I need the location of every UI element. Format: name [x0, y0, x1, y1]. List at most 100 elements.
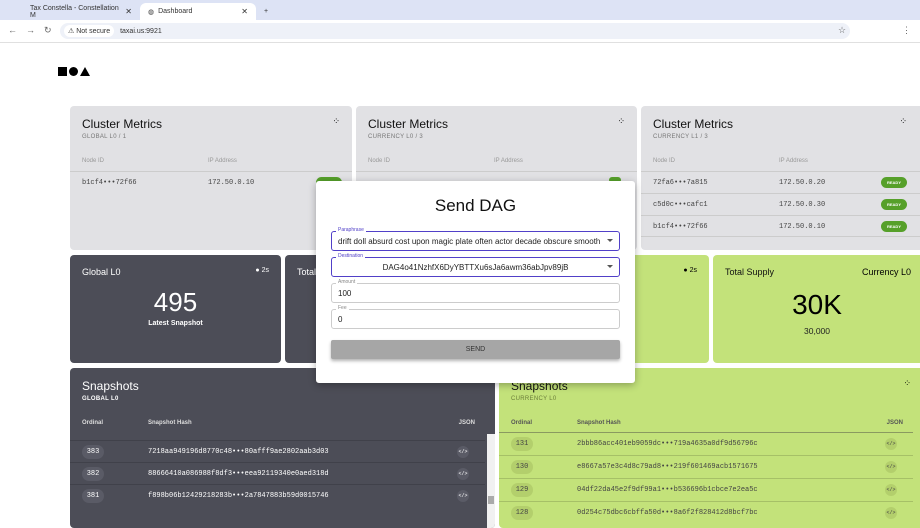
table-row: b1cf4•••72f66172.50.0.10READY	[70, 171, 352, 193]
card-label: Total	[297, 267, 317, 277]
ip: 172.50.0.10	[208, 179, 255, 187]
col-hash: Snapshot Hash	[577, 420, 621, 426]
timer: ● 2s	[683, 267, 697, 274]
global-l0-card: Global L0 ● 2s 495 Latest Snapshot	[70, 255, 281, 363]
col-node-id: Node ID	[368, 158, 391, 164]
col-ip: IP Address	[779, 158, 808, 164]
clock-icon: ●	[683, 267, 688, 274]
snapshot-hash: 04df22da45e2f9df99a1•••b536696b1cbce7e2e…	[577, 486, 758, 494]
tab-tax-constella[interactable]: Tax Constella - Constellation M ✕	[22, 3, 140, 20]
total-supply-card: Total Supply Currency L0 30K 30,000	[713, 255, 920, 363]
status-badge: READY	[880, 199, 907, 210]
node-id: 72fa6•••7a815	[653, 179, 708, 187]
table-row[interactable]: 131 2bbb86acc401eb9059dc•••719a4635a0df9d…	[499, 432, 913, 454]
col-ip: IP Address	[208, 158, 237, 164]
dialog-title: Send DAG	[434, 196, 517, 215]
node-id: b1cf4•••72f66	[82, 179, 137, 187]
table-row[interactable]: 383 7218aa949196d8770c48•••80afff9ae2802a…	[70, 440, 485, 462]
amount-input[interactable]: 100	[331, 283, 620, 303]
forward-icon[interactable]: →	[26, 25, 35, 35]
table-row[interactable]: 128 0d254c75dbc6cbffa50d•••8a6f2f828412d8…	[499, 501, 913, 523]
ordinal: 129	[511, 483, 533, 497]
url-text: taxai.us:9921	[120, 27, 162, 35]
code-icon[interactable]: </>	[885, 484, 897, 496]
more-icon[interactable]: ⁘	[332, 116, 340, 127]
latest-snapshot-caption: Latest Snapshot	[148, 320, 203, 327]
ordinal: 131	[511, 437, 533, 451]
snapshot-hash: 7218aa949196d8770c48•••80afff9ae2802aab3…	[148, 448, 329, 456]
chevron-down-icon	[607, 239, 613, 242]
chevron-down-icon	[607, 265, 613, 268]
table-row: c5d0c•••cafc1 172.50.0.30 READY	[641, 193, 920, 215]
paraphrase-select[interactable]: drift doll absurd cost upon magic plate …	[331, 231, 620, 251]
tab-label: Tax Constella - Constellation M	[30, 4, 119, 19]
timer-value: 2s	[261, 267, 269, 274]
card-subtitle: CURRENCY L1 / 3	[653, 134, 709, 140]
node-id: c5d0c•••cafc1	[653, 201, 708, 209]
table-row[interactable]: 382 88666410a086988f8df3•••eea92119340e0a…	[70, 462, 485, 484]
logo	[58, 67, 90, 76]
col-json: JSON	[458, 420, 475, 426]
card-subtitle: CURRENCY L0 / 3	[368, 134, 424, 140]
snapshot-hash: 0d254c75dbc6cbffa50d•••8a6f2f828412d8bcf…	[577, 509, 758, 517]
table-row[interactable]: 130 e8667a57e3c4d8c79ad8•••219f601469acb1…	[499, 455, 913, 477]
card-title: Cluster Metrics	[653, 117, 734, 131]
tab-dashboard[interactable]: ◍ Dashboard ✕	[140, 3, 256, 20]
star-icon[interactable]: ☆	[838, 25, 846, 36]
table-row[interactable]: 129 04df22da45e2f9df99a1•••b536696b1cbce7…	[499, 478, 913, 500]
destination-select[interactable]: DAG4o41NzhfX6DyYBTTXu6sJa6awm36abJpv89jB	[331, 257, 620, 277]
back-icon[interactable]: ←	[8, 25, 17, 35]
send-dag-dialog: Send DAG drift doll absurd cost upon mag…	[316, 181, 635, 383]
clock-icon: ●	[255, 267, 260, 274]
close-icon[interactable]: ✕	[241, 7, 248, 16]
code-icon[interactable]: </>	[885, 507, 897, 519]
code-icon[interactable]: </>	[885, 438, 897, 450]
more-icon[interactable]: ⁘	[903, 378, 911, 389]
fee-input[interactable]: 0	[331, 309, 620, 329]
ip: 172.50.0.10	[779, 223, 826, 231]
ip: 172.50.0.30	[779, 201, 826, 209]
snapshot-hash: e8667a57e3c4d8c79ad8•••219f601469acb1571…	[577, 463, 758, 471]
scrollbar[interactable]	[487, 434, 495, 528]
card-subtitle: GLOBAL L0 / 1	[82, 134, 127, 140]
new-tab-button[interactable]: +	[256, 3, 276, 20]
table-row[interactable]: 381 f898b06b12429218283b•••2a7847883b59d0…	[70, 484, 485, 506]
timer: ● 2s	[255, 267, 269, 274]
snapshot-hash: 2bbb86acc401eb9059dc•••719a4635a0df9d567…	[577, 440, 758, 448]
url-field[interactable]: ⚠ Not secure taxai.us:9921	[60, 23, 850, 39]
reload-icon[interactable]: ↻	[44, 25, 52, 36]
security-badge[interactable]: ⚠ Not secure	[64, 25, 115, 37]
card-label: Total Supply	[725, 267, 775, 277]
col-node-id: Node ID	[653, 158, 676, 164]
ordinal: 383	[82, 445, 104, 459]
address-bar: ← → ↻ ⚠ Not secure taxai.us:9921 ☆ ⋮	[0, 20, 920, 43]
total-supply-value: 30K	[792, 289, 842, 320]
globe-icon: ◍	[148, 8, 155, 16]
table-row: b1cf4•••72f66172.50.0.10READY	[641, 215, 920, 237]
col-node-id: Node ID	[82, 158, 105, 164]
ordinal: 130	[511, 460, 533, 474]
card-title: Cluster Metrics	[82, 117, 163, 131]
ordinal: 381	[82, 489, 104, 503]
paraphrase-label: Paraphrase	[336, 227, 366, 233]
more-icon[interactable]: ⁘	[617, 116, 625, 127]
code-icon[interactable]: </>	[457, 468, 469, 480]
card-subtitle: GLOBAL L0	[82, 396, 119, 402]
col-ip: IP Address	[494, 158, 523, 164]
code-icon[interactable]: </>	[457, 446, 469, 458]
tab-label: Dashboard	[158, 8, 193, 15]
destination-value: DAG4o41NzhfX6DyYBTTXu6sJa6awm36abJpv89jB	[382, 263, 569, 272]
card-title: Cluster Metrics	[368, 117, 449, 131]
currency-tag: Currency L0	[861, 267, 911, 277]
send-button[interactable]: SEND	[331, 340, 620, 359]
amount-label: Amount	[336, 279, 358, 285]
col-hash: Snapshot Hash	[148, 420, 192, 426]
close-icon[interactable]: ✕	[125, 7, 132, 16]
code-icon[interactable]: </>	[457, 490, 469, 502]
code-icon[interactable]: </>	[885, 461, 897, 473]
global-snapshots-card: Snapshots GLOBAL L0 Ordinal Snapshot Has…	[70, 368, 495, 528]
timer-value: 2s	[689, 267, 697, 274]
col-json: JSON	[886, 420, 903, 426]
more-icon[interactable]: ⁘	[899, 116, 907, 127]
menu-icon[interactable]: ⋮	[902, 25, 911, 36]
